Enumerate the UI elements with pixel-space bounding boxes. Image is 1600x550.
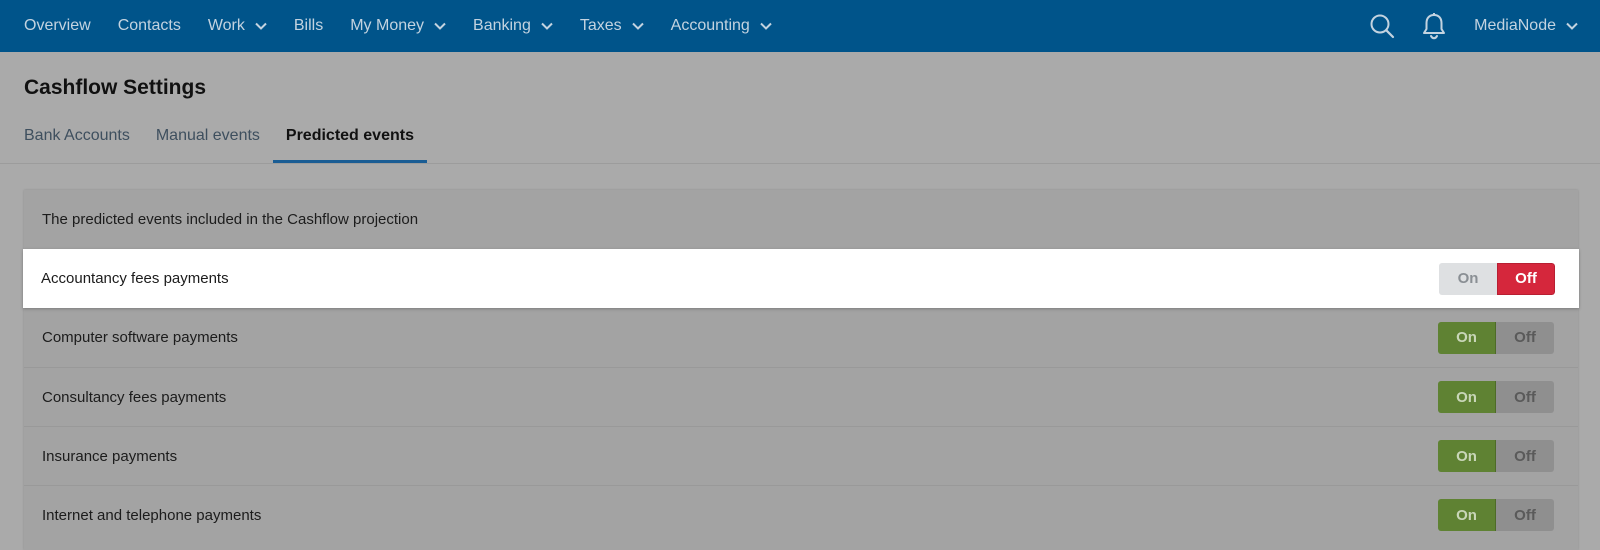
nav-item-label: Bills [293, 17, 324, 34]
chevron-down-icon [255, 22, 267, 30]
list-item: Insurance payments On Off [24, 426, 1578, 485]
nav-item-work[interactable]: Work [208, 0, 267, 52]
nav-item-label: Accounting [670, 17, 750, 34]
nav-item-label: Work [207, 17, 245, 34]
tab-label: Bank Accounts [24, 127, 130, 144]
toggle-on-button[interactable]: On [1438, 499, 1496, 531]
nav-item-taxes[interactable]: Taxes [580, 0, 644, 52]
account-name: MediaNode [1474, 17, 1556, 34]
toggle-off-button[interactable]: Off [1496, 499, 1554, 531]
nav-item-label: Taxes [579, 17, 622, 34]
list-item: Consultancy fees payments On Off [24, 367, 1578, 426]
tab-label: Manual events [155, 127, 260, 144]
nav-item-label: Banking [473, 17, 531, 34]
predicted-events-panel: The predicted events included in the Cas… [23, 190, 1579, 550]
event-label: Accountancy fees payments [41, 270, 229, 287]
toggle-on-button[interactable]: On [1438, 321, 1496, 354]
toggle-off-button[interactable]: Off [1497, 262, 1555, 295]
nav-item-label: Overview [24, 17, 91, 34]
tab-manual-events[interactable]: Manual events [143, 113, 273, 163]
nav-item-accounting[interactable]: Accounting [671, 0, 772, 52]
notifications-button[interactable] [1420, 12, 1448, 40]
toggle-on-button[interactable]: On [1438, 381, 1496, 413]
toggle-off-button[interactable]: Off [1496, 440, 1554, 472]
list-item: Internet and telephone payments On Off [24, 485, 1578, 544]
on-off-toggle: On Off [1438, 321, 1554, 354]
chevron-down-icon [1566, 22, 1578, 30]
search-button[interactable] [1368, 12, 1396, 40]
bell-icon [1423, 13, 1446, 40]
toggle-off-button[interactable]: Off [1496, 381, 1554, 413]
nav-item-contacts[interactable]: Contacts [118, 0, 181, 52]
tab-predicted-events[interactable]: Predicted events [272, 113, 428, 163]
on-off-toggle: On Off [1438, 381, 1554, 413]
chevron-down-icon [631, 22, 644, 30]
nav-item-overview[interactable]: Overview [24, 0, 91, 52]
event-label: Insurance payments [42, 447, 178, 465]
nav-item-my-money[interactable]: My Money [350, 0, 446, 52]
on-off-toggle: On Off [1438, 499, 1554, 531]
event-label: Internet and telephone payments [42, 506, 262, 524]
event-label: Computer software payments [42, 329, 238, 346]
toggle-on-button[interactable]: On [1439, 262, 1497, 295]
toggle-off-button[interactable]: Off [1496, 321, 1554, 354]
tabs-divider [0, 163, 1600, 164]
panel-description: The predicted events included in the Cas… [42, 211, 419, 228]
nav-item-banking[interactable]: Banking [473, 0, 553, 52]
main-menu: Overview Contacts Work Bills My Money Ba… [0, 0, 799, 52]
nav-item-label: My Money [350, 17, 425, 34]
event-label: Consultancy fees payments [42, 388, 227, 406]
search-icon [1370, 14, 1395, 39]
chevron-down-icon [760, 22, 772, 30]
nav-utilities: MediaNode [1368, 0, 1600, 52]
on-off-toggle: On Off [1438, 440, 1554, 472]
chevron-down-icon [541, 22, 553, 30]
tab-label: Predicted events [285, 127, 414, 144]
account-menu[interactable]: MediaNode [1474, 17, 1578, 35]
chevron-down-icon [434, 22, 446, 30]
tab-bank-accounts[interactable]: Bank Accounts [11, 113, 143, 163]
toggle-on-button[interactable]: On [1438, 440, 1496, 472]
nav-item-label: Contacts [117, 17, 181, 34]
settings-tabs: Bank Accounts Manual events Predicted ev… [0, 113, 428, 163]
list-item: Accountancy fees payments On Off [23, 249, 1579, 308]
on-off-toggle: On Off [1439, 262, 1555, 295]
list-item: Computer software payments On Off [24, 308, 1578, 367]
nav-item-bills[interactable]: Bills [294, 0, 323, 52]
predicted-events-list: Accountancy fees payments On Off Compute… [23, 249, 1579, 544]
top-navigation-bar: Overview Contacts Work Bills My Money Ba… [0, 0, 1600, 52]
page-title: Cashflow Settings [24, 76, 207, 99]
